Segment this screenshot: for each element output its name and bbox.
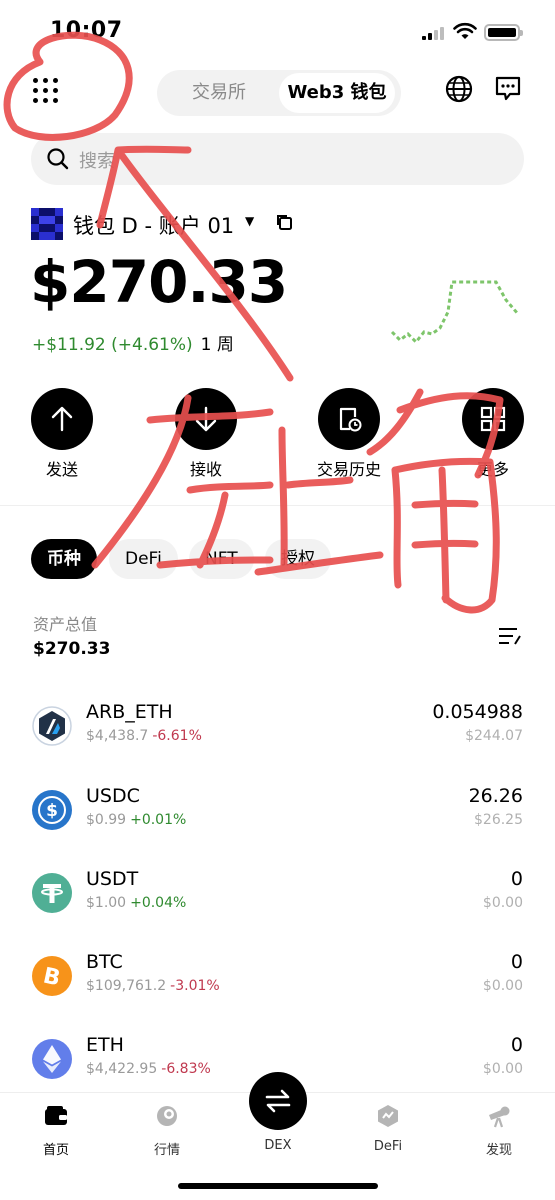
ethereum-icon <box>32 1039 72 1079</box>
search-placeholder: 搜索 <box>79 151 115 172</box>
asset-price: $4,422.95 -6.83% <box>86 1061 211 1077</box>
arrow-down-icon <box>195 406 217 432</box>
account-selector[interactable]: 钱包 D - 账户 01 ▼ <box>31 205 331 241</box>
send-label: 发送 <box>45 460 78 479</box>
caret-down-icon[interactable]: ▼ <box>245 214 254 228</box>
asset-symbol: USDT <box>86 868 139 890</box>
search-bar[interactable]: 搜索 <box>31 133 524 185</box>
asset-symbol: USDC <box>86 785 140 807</box>
telescope-icon <box>489 1106 510 1128</box>
search-icon <box>47 148 69 170</box>
asset-amount: 0 <box>510 868 523 890</box>
asset-symbol: ETH <box>86 1034 124 1056</box>
asset-row-usdc[interactable]: $ USDC $0.99 +0.01% 26.26 $26.25 <box>0 782 555 862</box>
asset-price: $4,438.7 -6.61% <box>86 728 202 744</box>
asset-category-tabs: 币种 DeFi NFT 授权 <box>31 539 531 579</box>
asset-amount: 0.054988 <box>432 701 523 723</box>
history-button[interactable]: 交易历史 <box>299 388 399 480</box>
tab-defi[interactable]: DeFi <box>109 539 178 579</box>
asset-amount: 26.26 <box>468 785 523 807</box>
tab-home-label: 首页 <box>42 1143 69 1158</box>
usdt-icon <box>32 873 72 913</box>
tab-tokens[interactable]: 币种 <box>31 539 97 579</box>
tab-defi-nav[interactable]: DeFi <box>353 1103 423 1154</box>
asset-value: $244.07 <box>465 728 523 744</box>
total-assets-value: $270.33 <box>33 639 111 659</box>
asset-price: $109,761.2 -3.01% <box>86 978 220 994</box>
receive-button[interactable]: 接收 <box>156 388 256 480</box>
top-navigation: 交易所 Web3 钱包 <box>0 62 555 122</box>
asset-amount: 0 <box>510 951 523 973</box>
wallet-icon <box>45 1106 67 1125</box>
grid-icon <box>480 406 506 432</box>
arbitrum-icon <box>32 706 72 746</box>
wifi-icon <box>453 22 477 39</box>
history-label: 交易历史 <box>316 460 381 479</box>
asset-symbol: ARB_ETH <box>86 701 173 723</box>
action-buttons: 发送 接收 交易历史 更多 <box>0 388 555 480</box>
battery-icon <box>484 24 523 41</box>
defi-icon <box>378 1105 398 1127</box>
more-button[interactable]: 更多 <box>443 388 543 480</box>
message-icon[interactable] <box>494 74 522 104</box>
asset-value: $0.00 <box>482 978 523 994</box>
tab-dex-label: DEX <box>264 1138 292 1153</box>
tab-web3-wallet[interactable]: Web3 钱包 <box>279 73 395 113</box>
more-label: 更多 <box>476 460 509 479</box>
tab-discover-label: 发现 <box>485 1143 512 1158</box>
asset-value: $0.00 <box>482 1061 523 1077</box>
balance-sparkline <box>390 280 520 345</box>
swap-icon <box>265 1089 291 1113</box>
asset-price: $0.99 +0.01% <box>86 812 187 828</box>
asset-amount: 0 <box>510 1034 523 1056</box>
asset-value: $26.25 <box>474 812 523 828</box>
balance-change: +$11.92 (+4.61%) 1 周 <box>32 330 234 355</box>
home-indicator <box>178 1183 378 1189</box>
asset-value: $0.00 <box>482 895 523 911</box>
status-time: 10:07 <box>50 18 123 43</box>
tab-approvals[interactable]: 授权 <box>265 539 331 579</box>
market-icon <box>157 1106 177 1126</box>
cellular-signal-icon <box>422 27 446 40</box>
globe-icon[interactable] <box>444 74 474 104</box>
balance-change-value: +$11.92 (+4.61%) <box>32 335 193 355</box>
asset-row-usdt[interactable]: USDT $1.00 +0.04% 0 $0.00 <box>0 865 555 945</box>
asset-row-arb-eth[interactable]: ARB_ETH $4,438.7 -6.61% 0.054988 $244.07 <box>0 698 555 778</box>
history-icon <box>339 407 362 432</box>
dex-button[interactable] <box>249 1072 307 1130</box>
asset-price: $1.00 +0.04% <box>86 895 187 911</box>
balance-change-period: 1 周 <box>200 335 234 355</box>
copy-icon[interactable] <box>275 213 293 231</box>
send-button[interactable]: 发送 <box>12 388 112 480</box>
tab-market-label: 行情 <box>153 1143 180 1158</box>
asset-row-btc[interactable]: B BTC $109,761.2 -3.01% 0 $0.00 <box>0 948 555 1028</box>
tab-exchange[interactable]: 交易所 <box>163 73 275 113</box>
tab-defi-label: DeFi <box>373 1139 403 1154</box>
tab-discover[interactable]: 发现 <box>464 1103 534 1158</box>
tab-home[interactable]: 首页 <box>21 1103 91 1158</box>
bitcoin-icon: B <box>32 956 72 996</box>
tab-nft[interactable]: NFT <box>189 539 254 579</box>
receive-label: 接收 <box>189 460 222 479</box>
usdc-icon: $ <box>32 790 72 830</box>
account-name: 钱包 D - 账户 01 <box>73 214 235 238</box>
avatar <box>31 208 63 240</box>
svg-text:$: $ <box>46 801 58 821</box>
total-balance: $270.33 <box>30 248 288 316</box>
mode-switch: 交易所 Web3 钱包 <box>157 70 401 116</box>
app-menu-grid-icon[interactable] <box>30 75 62 107</box>
status-bar: 10:07 <box>0 0 555 60</box>
arrow-up-icon <box>51 406 73 432</box>
sort-icon[interactable] <box>497 625 523 647</box>
asset-symbol: BTC <box>86 951 123 973</box>
tab-market[interactable]: 行情 <box>132 1103 202 1158</box>
total-assets-label: 资产总值 <box>33 615 98 634</box>
section-divider <box>0 505 555 506</box>
